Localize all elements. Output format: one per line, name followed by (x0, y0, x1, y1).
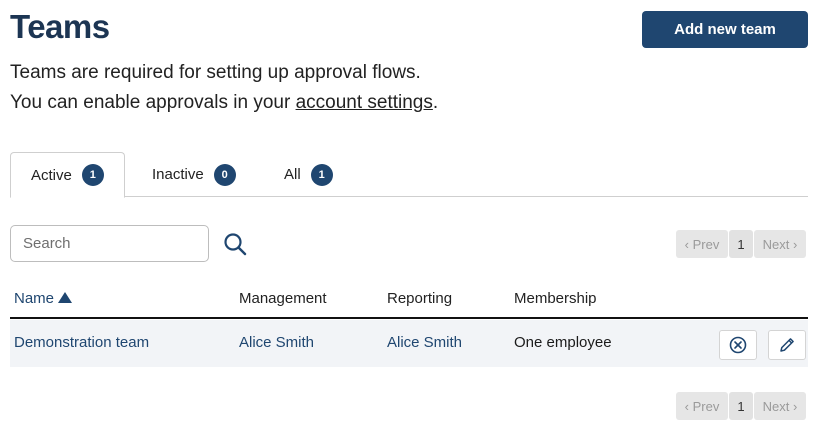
reporting-link[interactable]: Alice Smith (387, 334, 462, 351)
column-header-management: Management (239, 290, 327, 307)
next-page-button[interactable]: Next › (754, 230, 806, 258)
tab-active-label: Active (31, 166, 72, 184)
page-title: Teams (10, 8, 110, 45)
page-description: Teams are required for setting up approv… (10, 58, 438, 118)
prev-page-button-bottom[interactable]: ‹ Prev (676, 392, 728, 420)
column-header-name-label: Name (14, 290, 55, 307)
search-icon[interactable] (223, 232, 247, 256)
add-new-team-button[interactable]: Add new team (642, 11, 808, 48)
tab-inactive[interactable]: Inactive 0 (152, 152, 236, 197)
tab-inactive-count-badge: 0 (213, 163, 236, 186)
tab-all-count-badge: 1 (310, 163, 333, 186)
team-name-link[interactable]: Demonstration team (14, 334, 149, 351)
table-header: Name Management Reporting Membership (10, 283, 808, 319)
close-circle-icon (729, 336, 747, 354)
deactivate-team-button[interactable] (719, 330, 757, 360)
tab-all[interactable]: All 1 (284, 152, 333, 197)
prev-page-button[interactable]: ‹ Prev (676, 230, 728, 258)
tab-active[interactable]: Active 1 (10, 152, 125, 198)
edit-team-button[interactable] (768, 330, 806, 360)
description-suffix: . (432, 92, 439, 113)
pagination-bottom: ‹ Prev 1 Next › (676, 392, 806, 420)
column-header-membership: Membership (514, 290, 597, 307)
membership-value: One employee (514, 334, 612, 351)
tab-inactive-label: Inactive (152, 166, 204, 183)
description-line-1: Teams are required for setting up approv… (10, 62, 421, 83)
search-input[interactable] (10, 225, 209, 262)
column-header-reporting: Reporting (387, 290, 453, 307)
description-prefix: You can enable approvals in your (10, 92, 296, 113)
pagination-top: ‹ Prev 1 Next › (676, 230, 806, 258)
next-page-button-bottom[interactable]: Next › (754, 392, 806, 420)
page-number-button[interactable]: 1 (729, 230, 753, 258)
sort-ascending-icon (58, 292, 73, 303)
page-number-button-bottom[interactable]: 1 (729, 392, 753, 420)
management-link[interactable]: Alice Smith (239, 334, 314, 351)
table-row: Demonstration team Alice Smith Alice Smi… (10, 320, 808, 367)
pencil-icon (780, 338, 794, 352)
description-line-2: You can enable approvals in your account… (10, 88, 438, 118)
column-header-name[interactable]: Name (14, 290, 73, 307)
account-settings-link[interactable]: account settings (296, 92, 433, 113)
tab-all-label: All (284, 166, 301, 183)
tab-active-count-badge: 1 (81, 164, 104, 186)
tab-bar: Active 1 Inactive 0 All 1 (10, 152, 808, 198)
